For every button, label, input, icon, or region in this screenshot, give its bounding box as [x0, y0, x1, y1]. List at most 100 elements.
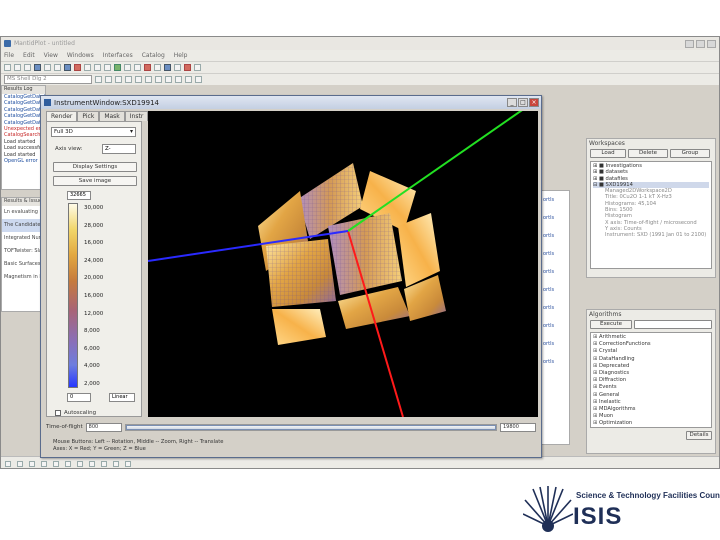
- colormap-bar[interactable]: [68, 203, 78, 388]
- new-function-icon[interactable]: [74, 64, 81, 71]
- maximize-button[interactable]: [696, 39, 705, 48]
- background-link[interactable]: ortls: [541, 263, 569, 281]
- delete-icon[interactable]: [184, 64, 191, 71]
- italic-icon[interactable]: [105, 76, 112, 83]
- menu-interfaces[interactable]: Interfaces: [103, 52, 133, 59]
- group-button[interactable]: Group: [670, 149, 710, 158]
- background-link[interactable]: ortls: [541, 299, 569, 317]
- menu-help[interactable]: Help: [174, 52, 188, 59]
- font-combo[interactable]: MS Shell Dlg 2: [4, 75, 92, 84]
- algorithm-category[interactable]: Deprecated: [593, 363, 709, 370]
- fit-icon[interactable]: [53, 460, 59, 467]
- add-text-icon[interactable]: [195, 76, 202, 83]
- menu-file[interactable]: File: [4, 52, 14, 59]
- workspace-icon[interactable]: [164, 64, 171, 71]
- details-button[interactable]: Details: [686, 431, 712, 440]
- results-issue-item[interactable]: Basic Surfaces: [2, 258, 45, 271]
- redo-icon[interactable]: [134, 64, 141, 71]
- algorithm-category[interactable]: Arithmetic: [593, 334, 709, 341]
- background-link[interactable]: ortls: [541, 353, 569, 371]
- algorithm-category[interactable]: Inelastic: [593, 399, 709, 406]
- algorithm-category[interactable]: Crystal: [593, 348, 709, 355]
- delete-button[interactable]: Delete: [628, 149, 668, 158]
- render-mode-select[interactable]: Full 3D: [51, 127, 136, 137]
- menu-edit[interactable]: Edit: [23, 52, 35, 59]
- axis-view-select[interactable]: Z-: [102, 144, 136, 154]
- paste-icon[interactable]: [104, 64, 111, 71]
- workspace-tree-row[interactable]: Instrument: SXD (1991 Jan 01 to 2100): [593, 232, 709, 238]
- results-issue-item[interactable]: TOFTwister: Slab: [2, 245, 45, 258]
- subscript-icon[interactable]: [135, 76, 142, 83]
- background-link[interactable]: ortls: [541, 191, 569, 209]
- algorithm-category[interactable]: Muon: [593, 413, 709, 420]
- remove-icon[interactable]: [125, 460, 131, 467]
- instrument-minimize-button[interactable]: _: [507, 98, 517, 107]
- display-settings-button[interactable]: Display Settings: [53, 162, 137, 172]
- zoom-icon[interactable]: [155, 76, 162, 83]
- background-link[interactable]: ortls: [541, 281, 569, 299]
- background-link[interactable]: ortls: [541, 245, 569, 263]
- tab-render[interactable]: Render: [46, 111, 78, 121]
- new-note-icon[interactable]: [54, 64, 61, 71]
- minimize-button[interactable]: [685, 39, 694, 48]
- pick-icon[interactable]: [101, 460, 107, 467]
- layer-icon[interactable]: [5, 460, 11, 467]
- autoscaling-checkbox[interactable]: Autoscaling: [55, 410, 96, 416]
- script-window-icon[interactable]: [144, 64, 151, 71]
- tof-range-slider[interactable]: [124, 423, 497, 431]
- workspace-tree[interactable]: ⊞ ■ Investigations ⊞ ■ datasets ⊞ ■ datafi…: [590, 161, 712, 269]
- underline-icon[interactable]: [115, 76, 122, 83]
- draw-arrow-icon[interactable]: [185, 76, 192, 83]
- autoscaling-box[interactable]: [55, 410, 61, 416]
- results-issue-item[interactable]: Magnetism in Pell: [2, 271, 45, 284]
- bold-icon[interactable]: [95, 76, 102, 83]
- new-3d-plot-icon[interactable]: [84, 64, 91, 71]
- axes-icon[interactable]: [77, 460, 83, 467]
- tab-instr[interactable]: Instr: [124, 111, 149, 121]
- background-link[interactable]: ortls: [541, 209, 569, 227]
- results-log-icon[interactable]: [114, 64, 121, 71]
- colormap-min-input[interactable]: 0: [67, 393, 91, 402]
- algorithm-category[interactable]: Optimization: [593, 420, 709, 427]
- algorithm-category[interactable]: DataHandling: [593, 356, 709, 363]
- background-link[interactable]: ortls: [541, 317, 569, 335]
- scale-type-select[interactable]: Linear: [109, 393, 135, 402]
- grid-icon[interactable]: [41, 460, 47, 467]
- algorithm-category[interactable]: CorrectionFunctions: [593, 341, 709, 348]
- print-icon[interactable]: [154, 64, 161, 71]
- align-icon[interactable]: [17, 460, 23, 467]
- cursor-icon[interactable]: [89, 460, 95, 467]
- greek-icon[interactable]: [145, 76, 152, 83]
- superscript-icon[interactable]: [125, 76, 132, 83]
- colormap-max-input[interactable]: 32665: [67, 191, 91, 200]
- tof-min-input[interactable]: 800: [85, 422, 122, 432]
- undo-icon[interactable]: [124, 64, 131, 71]
- menu-view[interactable]: View: [44, 52, 58, 59]
- save-project-icon[interactable]: [24, 64, 31, 71]
- instrument-3d-render[interactable]: [148, 111, 538, 417]
- execute-button[interactable]: Execute: [590, 320, 632, 329]
- detector-panel-right[interactable]: [398, 213, 440, 287]
- algorithm-category[interactable]: Events: [593, 384, 709, 391]
- menu-windows[interactable]: Windows: [67, 52, 94, 59]
- algorithm-category[interactable]: MDAlgorithms: [593, 406, 709, 413]
- instrument-maximize-button[interactable]: □: [518, 98, 528, 107]
- instrument-close-button[interactable]: ×: [529, 98, 539, 107]
- results-issue-item[interactable]: Ln evaluating Fold: [2, 206, 45, 219]
- algorithm-tree[interactable]: ArithmeticCorrectionFunctionsCrystalData…: [590, 332, 712, 428]
- results-issue-item[interactable]: The Candidate Re: [2, 219, 45, 232]
- instrument-3d-viewport[interactable]: [148, 111, 538, 417]
- tab-mask[interactable]: Mask: [99, 111, 125, 121]
- detector-panel-lower-left[interactable]: [272, 309, 326, 345]
- tof-max-input[interactable]: 19800: [500, 422, 536, 432]
- algorithm-category[interactable]: General: [593, 392, 709, 399]
- draw-line-icon[interactable]: [175, 76, 182, 83]
- menu-catalog[interactable]: Catalog: [142, 52, 165, 59]
- close-button[interactable]: [707, 39, 716, 48]
- pointer-icon[interactable]: [165, 76, 172, 83]
- algorithm-category[interactable]: Diffraction: [593, 377, 709, 384]
- detector-panel-bottom[interactable]: [338, 287, 410, 329]
- new-matrix-icon[interactable]: [44, 64, 51, 71]
- save-image-button[interactable]: Save image: [53, 176, 137, 186]
- move-icon[interactable]: [113, 460, 119, 467]
